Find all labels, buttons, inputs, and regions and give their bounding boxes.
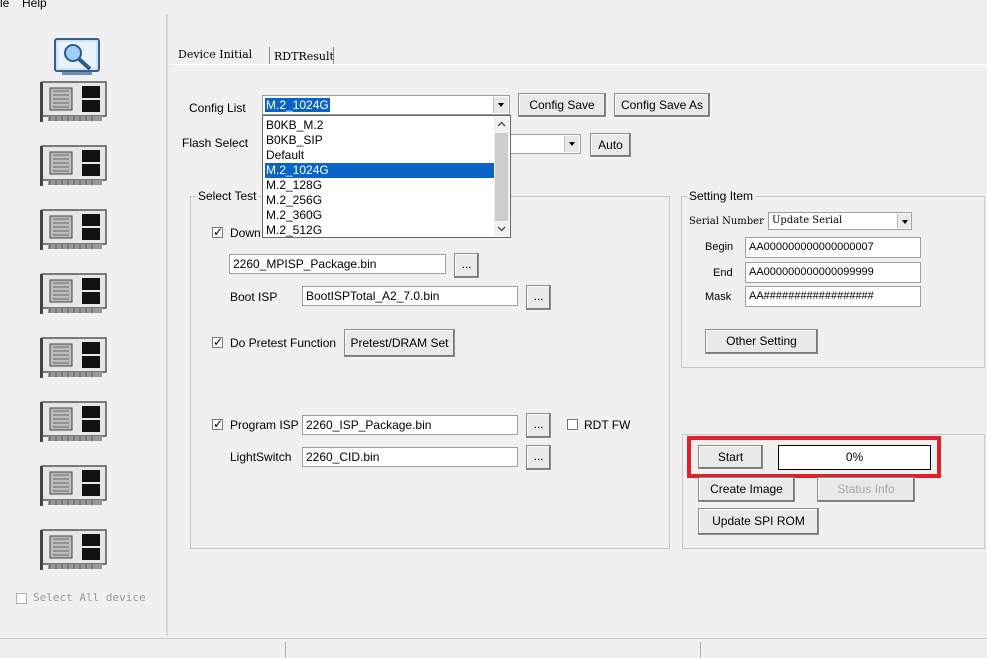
device-card-icon[interactable] — [40, 398, 108, 444]
device-card-icon[interactable] — [40, 206, 108, 252]
begin-field[interactable]: AA000000000000000007 — [745, 237, 921, 258]
program-isp-browse-button[interactable]: ... — [526, 413, 551, 438]
device-card-icon[interactable] — [40, 462, 108, 508]
serial-number-value: Update Serial — [772, 215, 843, 226]
device-card-icon[interactable] — [40, 78, 108, 124]
dropdown-option[interactable]: M.2_256G — [265, 193, 495, 208]
download-checkbox[interactable] — [212, 225, 223, 239]
boot-isp-browse-button[interactable]: ... — [526, 285, 551, 310]
config-list-label: Config List — [189, 101, 246, 115]
scroll-down-icon[interactable] — [494, 221, 509, 236]
dropdown-option[interactable]: M.2_512G — [265, 223, 495, 238]
rdt-fw-label: RDT FW — [584, 418, 631, 432]
chevron-down-icon[interactable] — [493, 97, 508, 113]
dropdown-option[interactable]: M.2_360G — [265, 208, 495, 223]
serial-number-label: Serial Number — [689, 216, 764, 227]
flash-select-label: Flash Select — [182, 136, 249, 150]
device-card-icon[interactable] — [40, 142, 108, 188]
mask-field[interactable]: AA################## — [745, 286, 921, 307]
select-all-checkbox[interactable] — [16, 593, 27, 604]
download-browse-button[interactable]: ... — [454, 253, 479, 278]
config-list-combo[interactable]: M.2_1024G — [262, 95, 510, 115]
download-file-field[interactable]: 2260_MPISP_Package.bin — [229, 254, 446, 274]
pretest-checkbox[interactable] — [212, 335, 223, 349]
lightswitch-label: LightSwitch — [230, 450, 292, 464]
pretest-label: Do Pretest Function — [230, 336, 337, 350]
select-test-title: Select Test — [196, 189, 259, 203]
dropdown-option[interactable]: B0KB_SIP — [265, 133, 495, 148]
start-button[interactable]: Start — [698, 445, 763, 469]
status-info-button: Status Info — [817, 477, 915, 502]
scroll-up-icon[interactable] — [494, 117, 509, 132]
dropdown-option[interactable]: Default — [265, 148, 495, 163]
progress-text: 0% — [845, 450, 864, 464]
config-list-value: M.2_1024G — [265, 98, 330, 112]
menu-bar: le Help — [0, 0, 987, 12]
select-all-label: Select All device — [33, 591, 146, 604]
end-field[interactable]: AA000000000000099999 — [745, 262, 921, 283]
begin-label: Begin — [705, 241, 734, 253]
scroll-thumb[interactable] — [495, 133, 508, 221]
end-label: End — [713, 267, 733, 279]
chevron-down-icon[interactable] — [897, 214, 910, 228]
create-image-button[interactable]: Create Image — [698, 477, 795, 502]
device-card-icon[interactable] — [40, 526, 108, 572]
menu-file[interactable]: le — [0, 0, 9, 9]
config-save-as-button[interactable]: Config Save As — [614, 93, 710, 117]
dropdown-option[interactable]: M.2_1024G — [265, 163, 495, 178]
dropdown-scrollbar[interactable] — [494, 117, 509, 236]
tab-device-initial[interactable]: Device Initial — [175, 48, 255, 61]
lightswitch-file-field[interactable]: 2260_CID.bin — [302, 447, 518, 467]
select-test-group — [190, 196, 670, 549]
lightswitch-browse-button[interactable]: ... — [526, 445, 551, 470]
other-setting-button[interactable]: Other Setting — [705, 329, 818, 354]
mask-label: Mask — [705, 291, 732, 303]
device-panel: Select All device — [0, 14, 168, 636]
rdt-fw-checkbox[interactable] — [567, 419, 578, 430]
boot-isp-file-field[interactable]: BootISPTotal_A2_7.0.bin — [302, 286, 518, 306]
chevron-down-icon[interactable] — [564, 136, 579, 152]
boot-isp-label: Boot ISP — [230, 290, 278, 304]
device-card-icon[interactable] — [40, 334, 108, 380]
download-label: Down — [230, 226, 261, 240]
dropdown-option[interactable]: B0KB_M.2 — [265, 118, 495, 133]
menu-help[interactable]: Help — [22, 0, 47, 9]
program-isp-checkbox[interactable] — [212, 417, 223, 431]
device-card-icon[interactable] — [40, 270, 108, 316]
auto-button[interactable]: Auto — [590, 133, 631, 157]
pretest-dram-set-button[interactable]: Pretest/DRAM Set — [344, 329, 455, 357]
serial-number-combo[interactable]: Update Serial — [768, 212, 912, 230]
setting-item-title: Setting Item — [687, 189, 756, 203]
config-list-dropdown[interactable]: B0KB_M.2 B0KB_SIP Default M.2_1024G M.2_128G… — [262, 115, 511, 238]
program-isp-file-field[interactable]: 2260_ISP_Package.bin — [302, 415, 518, 435]
search-device-icon[interactable] — [54, 38, 100, 76]
update-spi-rom-button[interactable]: Update SPI ROM — [698, 508, 819, 535]
config-save-button[interactable]: Config Save — [518, 93, 606, 117]
status-bar — [0, 638, 987, 658]
tab-rdt-result[interactable]: RDTResult — [271, 50, 337, 63]
dropdown-option[interactable]: M.2_128G — [265, 178, 495, 193]
progress-bar: 0% — [778, 445, 931, 470]
program-isp-label: Program ISP — [230, 418, 299, 432]
